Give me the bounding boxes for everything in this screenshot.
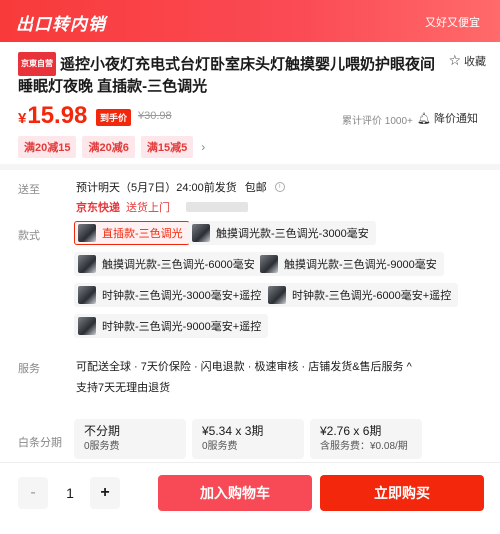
purchase-bar: - 1 + 加入购物车 立即购买 [0,462,500,534]
section-divider [0,164,500,170]
favorite-label: 收藏 [464,55,486,68]
variant-label: 触摸调光款-三色调光-3000毫安 [216,228,369,240]
currency-symbol: ¥ [18,110,27,127]
final-price-tag: 到手价 [96,109,132,126]
variant-label: 时钟款-三色调光-3000毫安+遥控 [102,290,262,302]
variant-option-selected[interactable]: 直插款-三色调光 [74,221,190,245]
variant-thumbnail [78,224,96,242]
banner-title: 出口转内销 [16,15,106,34]
installment-fee: 0服务费 [84,441,120,452]
favorite-button[interactable]: ☆ 收藏 [448,52,486,69]
quantity-decrease-button[interactable]: - [18,477,48,509]
installment-main: ¥2.76 x 6期 [320,424,382,438]
product-title-block: 京東自营 遥控小夜灯充电式台灯卧室床头灯触摸婴儿喂奶护眼夜间睡眠灯夜晚 直插款-三… [18,52,443,98]
variant-label: 触摸调光款-三色调光-6000毫安 [102,259,255,271]
variant-label: 时钟款-三色调光-6000毫安+遥控 [292,290,452,302]
variant-option[interactable]: 触摸调光款-三色调光-3000毫安 [188,221,376,245]
variant-option[interactable]: 时钟款-三色调光-3000毫安+遥控 [74,283,269,307]
price-drop-notify-button[interactable]: 🔔︎ 降价通知 [417,110,478,126]
address-redacted[interactable] [186,202,248,212]
star-outline-icon: ☆ [448,52,461,68]
installment-option[interactable]: ¥2.76 x 6期 含服务费：¥0.08/期 [310,419,422,459]
variant-thumbnail [78,286,96,304]
promo-banner: 出口转内销 又好又便宜 [0,0,500,42]
price-value: 15.98 [27,102,88,129]
product-title: 京東自营 遥控小夜灯充电式台灯卧室床头灯触摸婴儿喂奶护眼夜间睡眠灯夜晚 直插款-三… [18,52,443,98]
buy-now-button[interactable]: 立即购买 [320,475,484,511]
variant-thumbnail [260,255,278,273]
installment-option[interactable]: ¥5.34 x 3期 0服务费 [192,419,304,459]
coupon-list: 满20减15 满20减6 满15减5 › [18,136,205,158]
self-operated-badge: 京東自营 [18,52,56,76]
service-label: 服务 [18,363,40,375]
bell-icon: 🔔︎ [417,112,431,125]
variant-thumbnail [192,224,210,242]
banner-slogan: 又好又便宜 [425,17,480,29]
style-label: 款式 [18,230,40,242]
free-shipping: 包邮 [244,182,267,194]
shipping-label: 送至 [18,184,40,196]
quantity-value[interactable]: 1 [60,477,80,509]
variant-thumbnail [78,317,96,335]
coupon[interactable]: 满20减15 [18,136,77,158]
door-delivery: 送货上门 [126,202,170,214]
variant-option[interactable]: 触摸调光款-三色调光-9000毫安 [256,252,444,276]
installment-fee: 含服务费：¥0.08/期 [320,441,408,452]
review-count[interactable]: 累计评价 1000+ [342,112,413,127]
shipping-method: 京东快递 送货上门 [76,199,248,215]
delivery-text: 预计明天（5月7日）24:00前发货 [76,182,237,194]
quantity-increase-button[interactable]: + [90,477,120,509]
price-row: ¥15.98 到手价 ¥30.98 累计评价 1000+ 🔔︎ 降价通知 [18,102,488,132]
variant-option[interactable]: 时钟款-三色调光-9000毫安+遥控 [74,314,269,338]
installment-fee: 0服务费 [202,441,238,452]
coupon[interactable]: 满20减6 [82,136,135,158]
coupon[interactable]: 满15减5 [140,136,194,158]
variant-label: 直插款-三色调光 [102,228,183,240]
variant-thumbnail [268,286,286,304]
delivery-estimate[interactable]: 预计明天（5月7日）24:00前发货 包邮 i [76,179,285,195]
original-price: ¥30.98 [138,110,172,122]
variant-option[interactable]: 时钟款-三色调光-6000毫安+遥控 [264,283,459,307]
variant-label: 时钟款-三色调光-9000毫安+遥控 [102,321,262,333]
service-list[interactable]: 可配送全球 · 7天价保险 · 闪电退款 · 极速审核 · 店铺发货&售后服务 … [76,358,412,374]
product-title-text: 遥控小夜灯充电式台灯卧室床头灯触摸婴儿喂奶护眼夜间睡眠灯夜晚 直插款-三色调光 [18,56,436,95]
variant-label: 触摸调光款-三色调光-9000毫安 [284,259,437,271]
installment-label: 白条分期 [18,437,62,449]
courier-name: 京东快递 [76,202,120,214]
installment-option[interactable]: 不分期 0服务费 [74,419,186,459]
final-price: ¥15.98 [18,102,87,130]
add-to-cart-button[interactable]: 加入购物车 [158,475,312,511]
chevron-right-icon[interactable]: › [201,140,205,154]
return-policy: 支持7天无理由退货 [76,382,171,394]
info-circle-icon[interactable]: i [274,182,285,192]
installment-main: ¥5.34 x 3期 [202,424,264,438]
notify-label: 降价通知 [434,113,478,125]
variant-option[interactable]: 触摸调光款-三色调光-6000毫安 [74,252,262,276]
variant-thumbnail [78,255,96,273]
installment-main: 不分期 [84,424,121,438]
